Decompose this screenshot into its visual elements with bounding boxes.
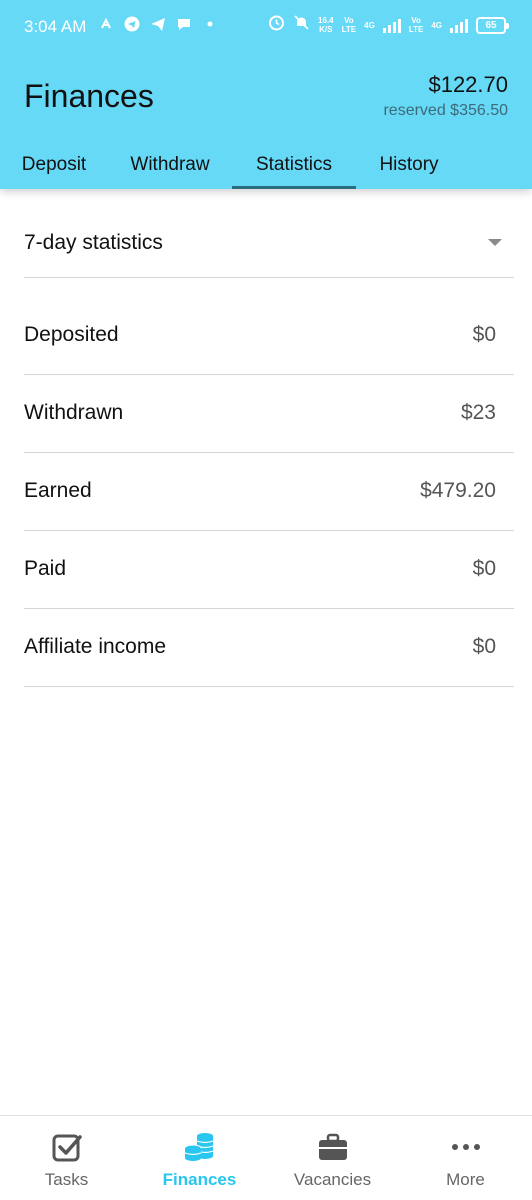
stat-label: Affiliate income bbox=[24, 635, 167, 658]
volte-top-1: Vo bbox=[344, 16, 354, 25]
stat-value: $0 bbox=[472, 635, 496, 658]
status-bar: 3:04 AM 16.4 K/S Vo LTE 4G Vo LTE 4G 65 bbox=[0, 0, 532, 54]
network-gen-label-2: 4G bbox=[431, 20, 442, 30]
page-title: Finances bbox=[24, 78, 154, 114]
app-header: 3:04 AM 16.4 K/S Vo LTE 4G Vo LTE 4G 65 … bbox=[0, 0, 532, 189]
mute-bell-icon bbox=[293, 14, 310, 36]
finance-tabs: Deposit Withdraw Statistics History bbox=[0, 140, 532, 189]
signal-bars-icon bbox=[382, 18, 401, 33]
stat-row-paid: Paid $0 bbox=[24, 531, 514, 609]
battery-level: 65 bbox=[485, 19, 497, 31]
dot-icon bbox=[202, 16, 218, 32]
stat-value: $0 bbox=[472, 557, 496, 580]
stat-row-withdrawn: Withdrawn $23 bbox=[24, 375, 514, 453]
stat-label: Earned bbox=[24, 479, 92, 502]
status-time: 3:04 AM bbox=[24, 17, 87, 36]
tab-statistics[interactable]: Statistics bbox=[232, 140, 356, 189]
nav-more[interactable]: More bbox=[399, 1116, 532, 1200]
telegram-icon bbox=[124, 16, 140, 32]
balance-amount: $122.70 bbox=[428, 72, 508, 97]
network-gen-2: 4G bbox=[431, 21, 442, 30]
status-system-icons: 16.4 K/S Vo LTE 4G Vo LTE 4G 65 bbox=[268, 14, 509, 36]
more-dots-icon bbox=[449, 1130, 483, 1164]
reserved-amount: reserved $356.50 bbox=[383, 102, 508, 119]
stat-label: Deposited bbox=[24, 323, 119, 346]
tab-deposit[interactable]: Deposit bbox=[8, 140, 100, 189]
nav-finances[interactable]: Finances bbox=[133, 1116, 266, 1200]
nav-more-label: More bbox=[446, 1170, 485, 1189]
briefcase-icon bbox=[316, 1130, 350, 1164]
checkbox-icon bbox=[50, 1130, 84, 1164]
chat-icon bbox=[176, 16, 192, 32]
nav-tasks[interactable]: Tasks bbox=[0, 1116, 133, 1200]
statistics-list: Deposited $0 Withdrawn $23 Earned $479.2… bbox=[24, 297, 514, 687]
stat-row-earned: Earned $479.20 bbox=[24, 453, 514, 531]
alarm-icon bbox=[268, 14, 285, 36]
network-speed-unit: K/S bbox=[319, 25, 333, 34]
status-notification-icons bbox=[98, 16, 218, 32]
tab-history[interactable]: History bbox=[366, 140, 452, 189]
network-speed-value: 16.4 bbox=[318, 16, 334, 25]
nav-vacancies-label: Vacancies bbox=[293, 1170, 372, 1189]
network-gen-label-1: 4G bbox=[364, 20, 375, 30]
stat-row-deposited: Deposited $0 bbox=[24, 297, 514, 375]
network-gen-1: 4G bbox=[364, 21, 375, 30]
volte-indicator-2: Vo LTE bbox=[409, 16, 424, 34]
stat-label: Paid bbox=[24, 557, 67, 580]
stat-row-affiliate-income: Affiliate income $0 bbox=[24, 609, 514, 687]
app-notification-icon bbox=[98, 16, 114, 32]
volte-bottom-2: LTE bbox=[408, 25, 424, 34]
period-dropdown[interactable]: 7-day statistics bbox=[24, 208, 514, 278]
stat-label: Withdrawn bbox=[24, 401, 124, 424]
bottom-navigation: Tasks Finances Vacancies More bbox=[0, 1115, 532, 1200]
stat-value: $0 bbox=[472, 323, 496, 346]
network-speed: 16.4 K/S bbox=[318, 16, 334, 34]
volte-top-2: Vo bbox=[411, 16, 421, 25]
nav-vacancies[interactable]: Vacancies bbox=[266, 1116, 399, 1200]
caret-down-icon bbox=[488, 239, 502, 246]
battery-icon: 65 bbox=[476, 16, 509, 34]
stat-value: $479.20 bbox=[420, 479, 496, 502]
volte-indicator-1: Vo LTE bbox=[342, 16, 357, 34]
period-dropdown-value: 7-day statistics bbox=[24, 231, 163, 254]
nav-finances-label: Finances bbox=[162, 1170, 237, 1189]
signal-bars-icon-2 bbox=[450, 18, 468, 33]
tab-withdraw[interactable]: Withdraw bbox=[116, 140, 224, 189]
volte-bottom-1: LTE bbox=[341, 25, 357, 34]
coins-icon bbox=[183, 1130, 217, 1164]
nav-tasks-label: Tasks bbox=[44, 1170, 89, 1189]
stat-value: $23 bbox=[460, 401, 496, 424]
send-icon bbox=[150, 16, 166, 32]
